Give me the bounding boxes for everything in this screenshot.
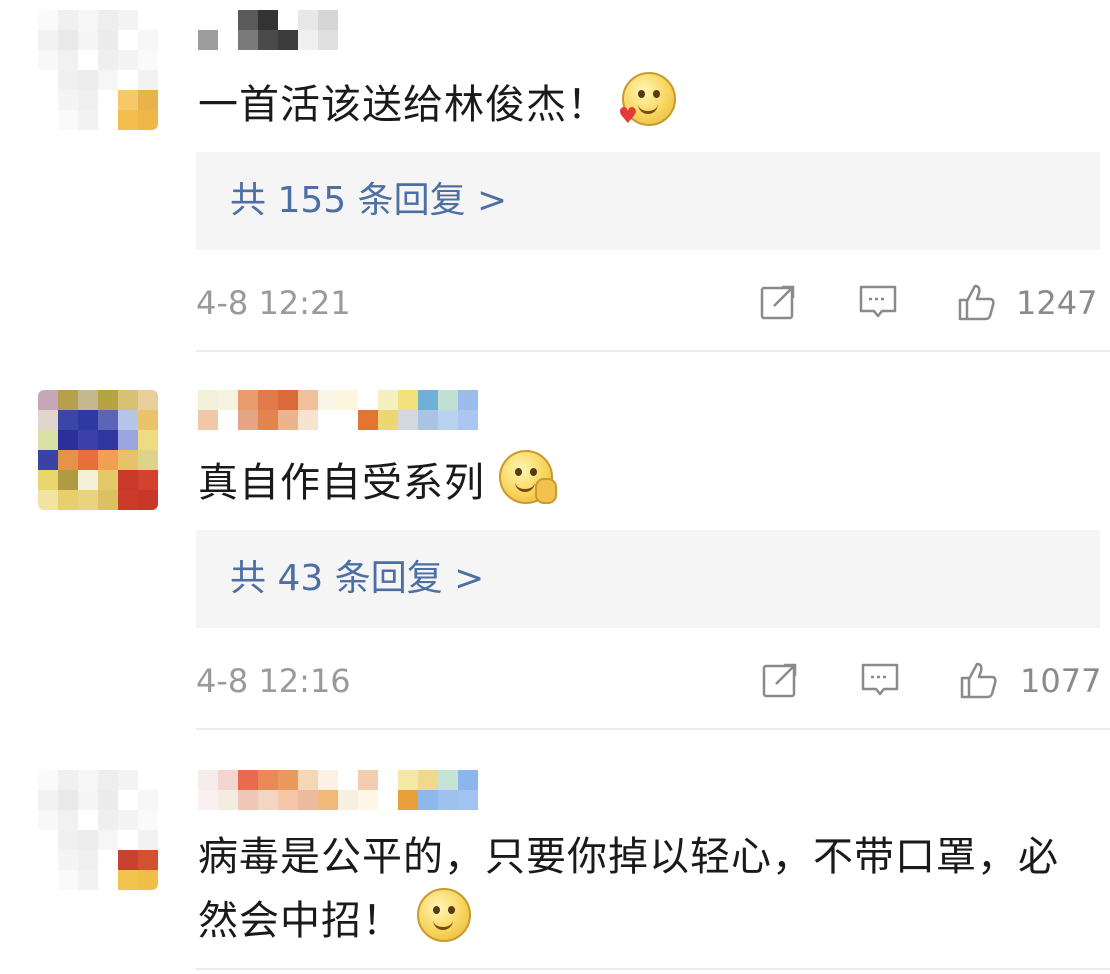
heart-eyes-emoji: ♥	[618, 72, 676, 128]
avatar[interactable]	[38, 10, 158, 130]
avatar[interactable]	[38, 390, 158, 510]
comment-timestamp: 4-8 12:16	[196, 662, 351, 700]
thumbs-up-icon[interactable]	[958, 660, 998, 700]
share-icon[interactable]	[760, 660, 800, 700]
comment-timestamp: 4-8 12:21	[196, 284, 351, 322]
thumbs-up-icon[interactable]	[956, 282, 996, 322]
comment-text: 真自作自受系列	[198, 450, 1078, 514]
username-pixelated[interactable]	[198, 10, 338, 50]
avatar[interactable]	[38, 770, 158, 890]
divider	[196, 728, 1110, 730]
comment-meta: 4-8 12:16 1077	[196, 656, 1102, 706]
username-pixelated[interactable]	[198, 390, 478, 430]
like-count: 1077	[1020, 662, 1102, 700]
comment-meta: 4-8 12:21 1247	[196, 278, 1100, 328]
username-pixelated[interactable]	[198, 770, 478, 810]
like-count: 1247	[1016, 284, 1098, 322]
view-replies-link[interactable]: 共 155 条回复 >	[196, 152, 1100, 250]
share-icon[interactable]	[758, 282, 798, 322]
comment-text: 一首活该送给林俊杰！ ♥	[198, 72, 1078, 136]
view-replies-link[interactable]: 共 43 条回复 >	[196, 530, 1100, 628]
divider	[196, 350, 1110, 352]
comment-text: 病毒是公平的，只要你掉以轻心，不带口罩，必然会中招！	[198, 834, 1059, 944]
smile-emoji	[417, 888, 471, 942]
hand-on-face-emoji	[499, 450, 557, 504]
divider	[196, 968, 1110, 970]
comment-icon[interactable]	[860, 660, 900, 700]
comment-icon[interactable]	[858, 282, 898, 322]
